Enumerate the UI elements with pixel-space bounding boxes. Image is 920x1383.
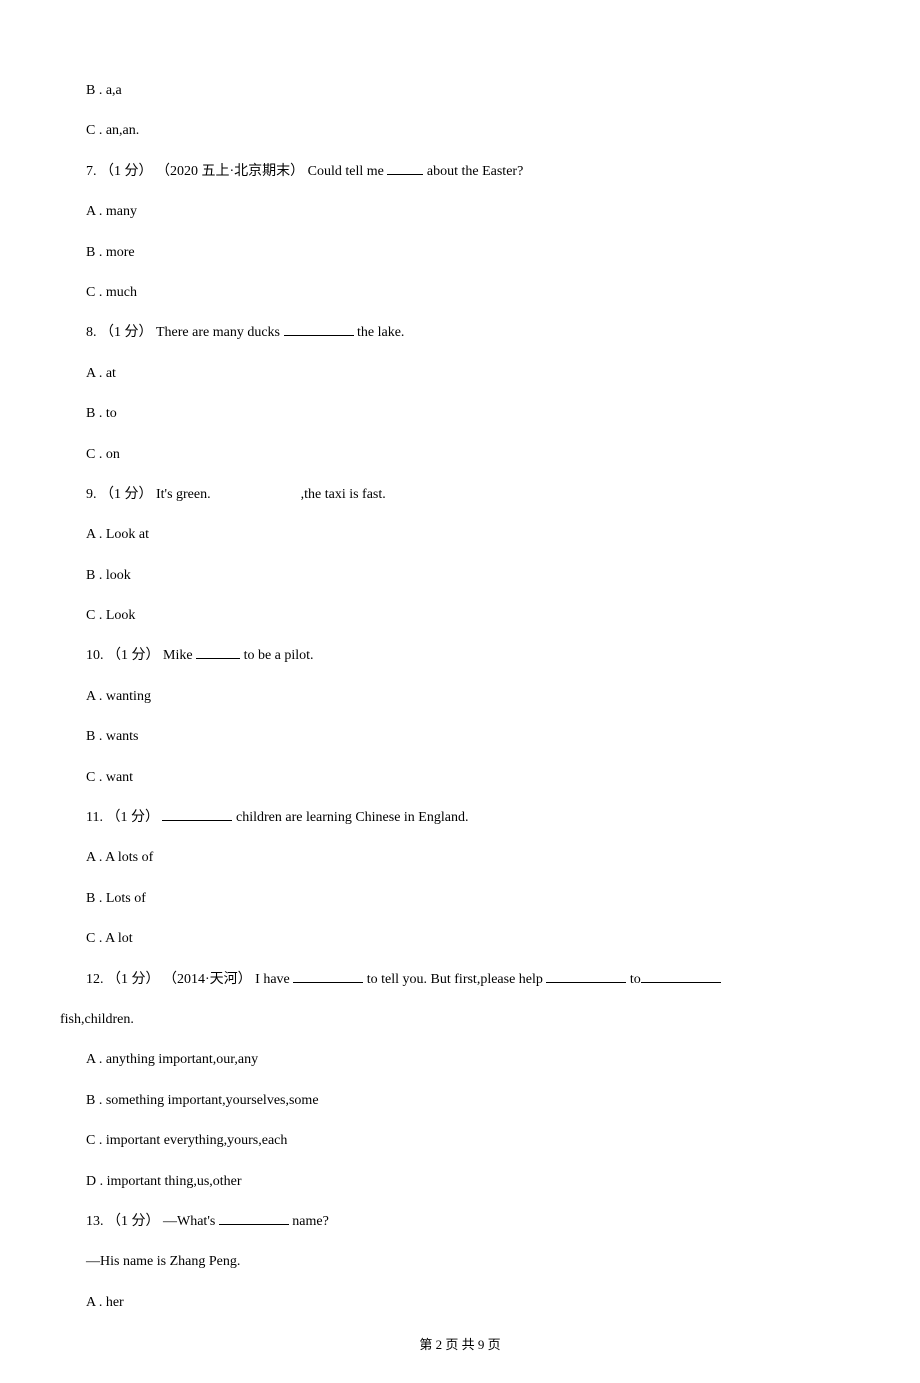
stem-text: There are many ducks: [156, 325, 284, 340]
option-line: A . her: [60, 1292, 860, 1314]
blank: [293, 969, 363, 983]
option-line: B . something important,yourselves,some: [60, 1090, 860, 1112]
stem-text: It's green.: [156, 487, 211, 502]
stem-text: —What's: [163, 1214, 219, 1229]
question-stem: 10. （1 分） Mike to be a pilot.: [60, 645, 860, 667]
question-number: 13.: [86, 1214, 104, 1229]
page-content: B . a,a C . an,an. 7. （1 分） （2020 五上·北京期…: [0, 0, 920, 1383]
option-line: B . Lots of: [60, 888, 860, 910]
option-line: B . a,a: [60, 80, 860, 102]
option-line: C . important everything,yours,each: [60, 1130, 860, 1152]
stem-text: children are learning Chinese in England…: [232, 810, 468, 825]
option-line: A . wanting: [60, 686, 860, 708]
question-stem: 9. （1 分） It's green. ,the taxi is fast.: [60, 484, 860, 506]
question-stem: 8. （1 分） There are many ducks the lake.: [60, 322, 860, 344]
blank: [546, 969, 626, 983]
stem-text: Could tell me: [308, 164, 388, 179]
question-points: （1 分）: [106, 810, 159, 825]
stem-text: to tell you. But first,please help: [363, 972, 546, 987]
option-line: C . A lot: [60, 928, 860, 950]
page-footer: 第 2 页 共 9 页: [60, 1334, 860, 1353]
question-stem-line2: fish,children.: [60, 1009, 860, 1031]
blank: [387, 161, 423, 175]
question-number: 11.: [86, 810, 103, 825]
question-points: （1 分）: [100, 164, 153, 179]
question-number: 12.: [86, 972, 104, 987]
option-line: B . wants: [60, 726, 860, 748]
question-number: 7.: [86, 164, 97, 179]
option-line: A . Look at: [60, 524, 860, 546]
option-line: C . much: [60, 282, 860, 304]
question-stem: 12. （1 分） （2014·天河） I have to tell you. …: [60, 969, 860, 991]
question-stem: 13. （1 分） —What's name?: [60, 1211, 860, 1233]
stem-text: to: [626, 972, 640, 987]
option-line: C . want: [60, 767, 860, 789]
question-number: 9.: [86, 487, 97, 502]
question-source: （2014·天河）: [163, 972, 252, 987]
blank: [196, 646, 240, 660]
question-stem: 7. （1 分） （2020 五上·北京期末） Could tell me ab…: [60, 161, 860, 183]
stem-text: name?: [289, 1214, 329, 1229]
question-source: （2020 五上·北京期末）: [156, 164, 304, 179]
option-line: B . to: [60, 403, 860, 425]
option-line: B . look: [60, 565, 860, 587]
question-number: 8.: [86, 325, 97, 340]
blank: [641, 969, 721, 983]
stem-text: ,the taxi is fast.: [301, 487, 386, 502]
option-line: A . at: [60, 363, 860, 385]
blank: [162, 807, 232, 821]
question-points: （1 分）: [107, 648, 160, 663]
stem-text: to be a pilot.: [240, 648, 314, 663]
blank: [219, 1211, 289, 1225]
option-line: D . important thing,us,other: [60, 1171, 860, 1193]
question-points: （1 分）: [107, 972, 160, 987]
option-line: C . Look: [60, 605, 860, 627]
question-number: 10.: [86, 648, 104, 663]
stem-text: the lake.: [354, 325, 405, 340]
stem-text: about the Easter?: [423, 164, 523, 179]
question-points: （1 分）: [100, 325, 153, 340]
question-dialogue: —His name is Zhang Peng.: [60, 1251, 860, 1273]
question-stem: 11. （1 分） children are learning Chinese …: [60, 807, 860, 829]
question-points: （1 分）: [107, 1214, 160, 1229]
option-line: A . many: [60, 201, 860, 223]
option-line: C . an,an.: [60, 120, 860, 142]
option-line: C . on: [60, 444, 860, 466]
option-line: A . anything important,our,any: [60, 1049, 860, 1071]
question-points: （1 分）: [100, 487, 153, 502]
blank: [284, 323, 354, 337]
stem-text: Mike: [163, 648, 196, 663]
stem-text: I have: [255, 972, 293, 987]
option-line: B . more: [60, 242, 860, 264]
option-line: A . A lots of: [60, 847, 860, 869]
